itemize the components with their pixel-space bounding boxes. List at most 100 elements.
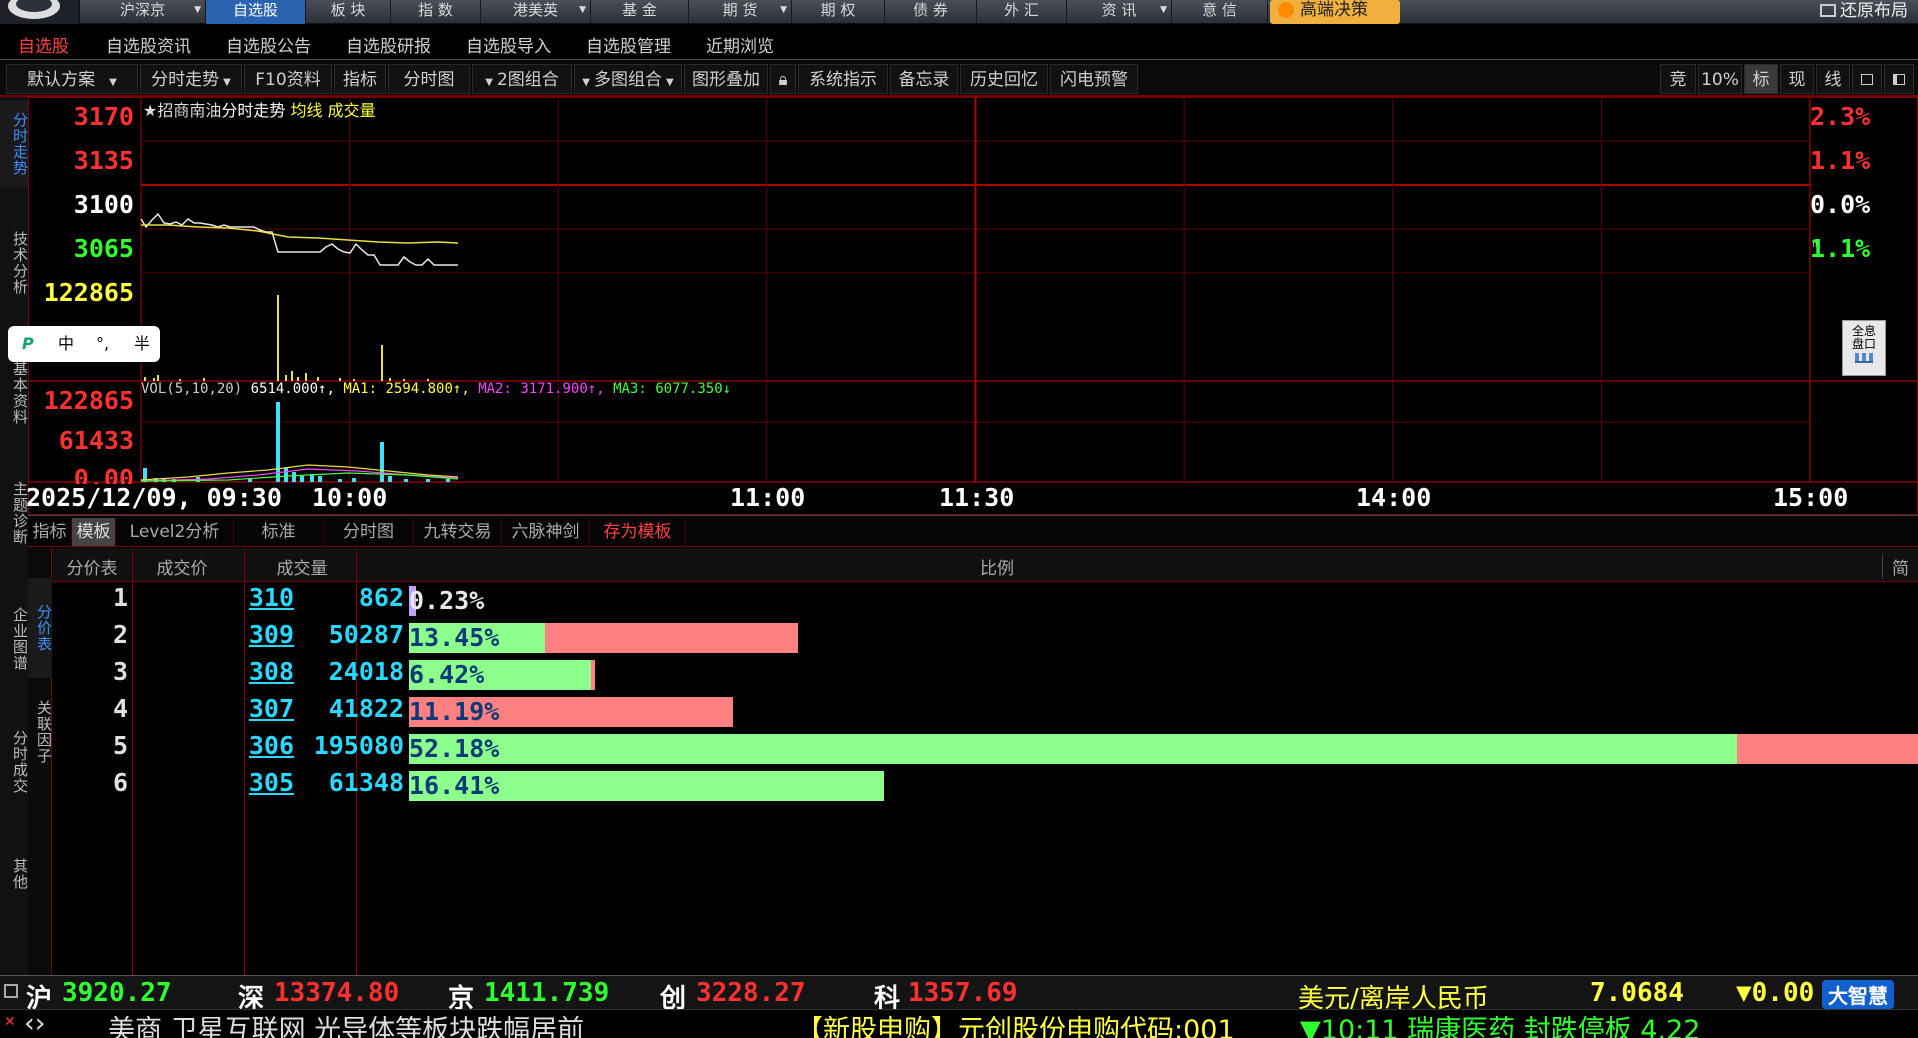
f10-button[interactable]: F10资料 — [244, 64, 332, 94]
vtab-company-map[interactable]: 企业图谱 — [0, 599, 29, 679]
ticker-ipo[interactable]: 【新股申购】元创股份申购代码:001 — [796, 1010, 1235, 1038]
volume-bar — [426, 479, 430, 482]
nav-yixin[interactable]: 意 信 — [1172, 0, 1268, 24]
subnav-watchlist[interactable]: 自选股 — [18, 32, 69, 57]
toolbar-right-now[interactable]: 现 — [1780, 64, 1814, 94]
toolbar-right-standard[interactable]: 标 — [1744, 64, 1778, 94]
toolbar-right-10pct[interactable]: 10% — [1698, 64, 1742, 94]
subnav-watchlist-import[interactable]: 自选股导入 — [466, 32, 551, 57]
chart-tab-ma[interactable]: 均线 — [290, 101, 322, 120]
nav-futures[interactable]: 期 货 ▼ — [689, 0, 792, 24]
sh-index[interactable]: 3920.27 — [62, 978, 172, 1008]
ime-toolbar[interactable]: P 中 °, 半 — [8, 326, 160, 362]
pct-label-top: 2.3% — [1810, 102, 1871, 131]
nav-hushen[interactable]: 沪深京 ▼ — [80, 0, 206, 24]
ticker-headline[interactable]: 美商 卫星互联网 光导体等板块跌幅居前 — [108, 1010, 584, 1038]
memo-button[interactable]: 备忘录 — [890, 64, 958, 94]
dropdown-icon: ▼ — [194, 5, 201, 15]
ticker-scroll-icon[interactable]: ‹› — [24, 1010, 46, 1038]
col-header-ratio[interactable]: 比例 — [372, 554, 1622, 579]
indicator-button[interactable]: 指标 — [334, 64, 386, 94]
nav-hk-us[interactable]: 港美英 ▼ — [481, 0, 591, 24]
side-tab-price-table[interactable]: 分价表 — [28, 578, 53, 678]
intraday-select[interactable]: 分时走势 ▼ — [140, 64, 242, 94]
dropdown-icon: ▼ — [485, 77, 493, 88]
nav-fund[interactable]: 基 金 — [591, 0, 689, 24]
app-logo[interactable] — [0, 0, 80, 24]
table-row[interactable]: 2 309 50287 13.45% — [52, 620, 1918, 656]
scheme-select[interactable]: 默认方案 ▼ — [6, 64, 138, 94]
full-depth-button[interactable]: 全息盘口 — [1842, 320, 1886, 376]
table-row[interactable]: 3 308 24018 6.42% — [52, 657, 1918, 693]
bj-index[interactable]: 1411.739 — [484, 978, 609, 1008]
subnav-watchlist-manage[interactable]: 自选股管理 — [586, 32, 671, 57]
side-tab-factor[interactable]: 关联因子 — [28, 692, 53, 772]
vtab-technical[interactable]: 技术分析 — [0, 223, 29, 303]
intraday-chart[interactable]: lıl — [28, 97, 1918, 515]
row-percent: 52.18% — [409, 734, 500, 763]
chart-tab-intraday[interactable]: 分时走势 — [221, 101, 285, 120]
vtab-intraday[interactable]: 分时走势 — [0, 101, 29, 187]
table-row[interactable]: 5 306 195080 52.18% — [52, 731, 1918, 767]
nav-forex[interactable]: 外 汇 — [977, 0, 1067, 24]
restore-layout-button[interactable]: 还原布局 — [1820, 0, 1908, 22]
flash-alert-button[interactable]: 闪电预警 — [1050, 64, 1138, 94]
toolbar-right-line[interactable]: 线 — [1816, 64, 1850, 94]
btab-save-template[interactable]: 存为模板 — [590, 518, 686, 546]
btab-level2[interactable]: Level2分析 — [116, 518, 234, 546]
vtab-theme[interactable]: 主题诊断 — [0, 473, 29, 553]
side-tab-trades[interactable]: 分时成交 — [0, 722, 29, 802]
btab-six-pulse[interactable]: 六脉神剑 — [502, 518, 590, 546]
nav-options[interactable]: 期 权 — [792, 0, 885, 24]
ime-chinese-toggle[interactable]: 中 — [58, 326, 74, 362]
btab-template[interactable]: 模板 — [72, 518, 116, 546]
ime-punct-toggle[interactable]: °, — [96, 326, 109, 362]
overlay-button[interactable]: 图形叠加 — [684, 64, 768, 94]
nav-index[interactable]: 指 数 — [391, 0, 481, 24]
nav-label: 期 权 — [820, 1, 856, 19]
promo-button[interactable]: 高端决策 — [1270, 0, 1400, 24]
sidebar-toggle-button[interactable] — [1884, 64, 1914, 94]
col-header-price[interactable]: 成交价 — [132, 554, 232, 579]
vtab-fundamental[interactable]: 基本资料 — [0, 353, 29, 433]
ticker-close-icon[interactable]: ✕ — [4, 1014, 18, 1030]
lock-button[interactable]: 🔒︎ — [770, 64, 796, 94]
col-header-table[interactable]: 分价表 — [52, 554, 132, 579]
status-menu-icon[interactable] — [4, 984, 18, 998]
col-header-simple[interactable]: 简 — [1882, 554, 1918, 579]
two-chart-select[interactable]: ▼ 2图组合 — [472, 64, 572, 94]
table-row[interactable]: 1 310 862 0.23% — [52, 583, 1918, 619]
brand-logo[interactable]: 大智慧 — [1822, 980, 1894, 1009]
fx-value[interactable]: 7.0684 — [1590, 978, 1684, 1008]
subnav-watchlist-reports[interactable]: 自选股研报 — [346, 32, 431, 57]
multi-chart-select[interactable]: ▼ 多图组合 ▼ — [574, 64, 682, 94]
chart-tab-volume[interactable]: 成交量 — [328, 101, 376, 120]
kc-index[interactable]: 1357.69 — [908, 978, 1018, 1008]
btab-intraday[interactable]: 分时图 — [324, 518, 414, 546]
sz-index[interactable]: 13374.80 — [274, 978, 399, 1008]
news-ticker[interactable]: ✕ ‹› 美商 卫星互联网 光导体等板块跌幅居前 【新股申购】元创股份申购代码:… — [0, 1009, 1918, 1038]
window-toggle-button[interactable] — [1852, 64, 1882, 94]
btab-indicator[interactable]: 指标 — [28, 518, 72, 546]
system-indicator-button[interactable]: 系统指示 — [798, 64, 888, 94]
table-row[interactable]: 6 305 61348 16.41% — [52, 768, 1918, 804]
nav-label: 意 信 — [1202, 1, 1237, 19]
cy-index[interactable]: 3228.27 — [696, 978, 806, 1008]
ticker-alert[interactable]: ▼10:11 瑞康医药 封跌停板 4.22 — [1300, 1010, 1700, 1038]
nav-sector[interactable]: 板 块 — [306, 0, 391, 24]
toolbar-right-compete[interactable]: 竞 — [1660, 64, 1696, 94]
table-row[interactable]: 4 307 41822 11.19% — [52, 694, 1918, 730]
nav-watchlist[interactable]: 自选股 — [206, 0, 306, 24]
nav-bonds[interactable]: 债 券 — [885, 0, 977, 24]
subnav-recent[interactable]: 近期浏览 — [706, 32, 774, 57]
btab-standard[interactable]: 标准 — [234, 518, 324, 546]
subnav-watchlist-news[interactable]: 自选股资讯 — [106, 32, 191, 57]
history-button[interactable]: 历史回忆 — [960, 64, 1048, 94]
btab-nine-turn[interactable]: 九转交易 — [414, 518, 502, 546]
vtab-other[interactable]: 其他 — [0, 849, 29, 899]
nav-news[interactable]: 资 讯 ▼ — [1067, 0, 1172, 24]
intraday-chart-button[interactable]: 分时图 — [388, 64, 470, 94]
col-header-volume[interactable]: 成交量 — [242, 554, 362, 579]
subnav-watchlist-notices[interactable]: 自选股公告 — [226, 32, 311, 57]
ime-width-toggle[interactable]: 半 — [134, 326, 150, 362]
